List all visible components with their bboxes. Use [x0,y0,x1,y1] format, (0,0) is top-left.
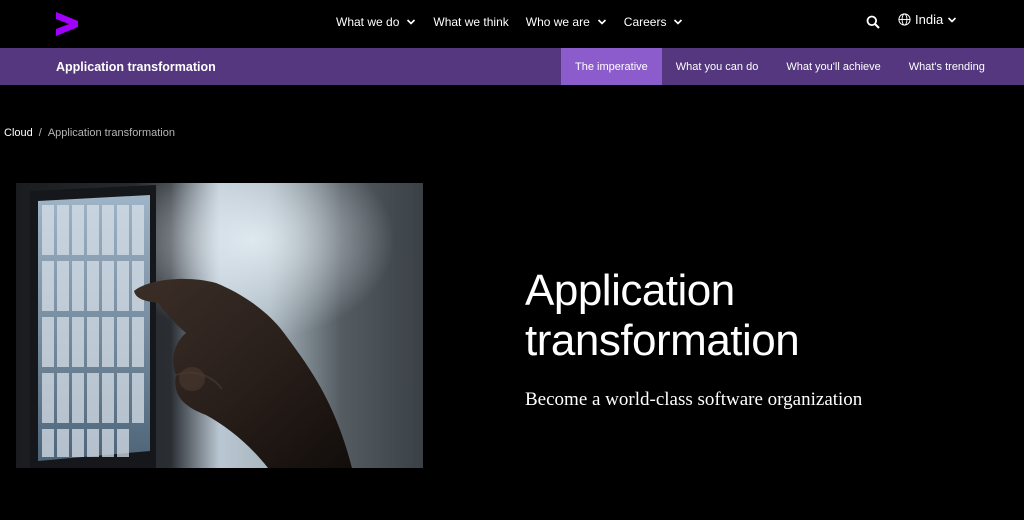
menu-item-label: Who we are [525,15,590,29]
page-title-line-1: Application [525,266,735,315]
tab-whats-trending[interactable]: What's trending [895,48,999,85]
breadcrumb-link-cloud[interactable]: Cloud [4,127,33,139]
breadcrumb-current: Application transformation [47,127,175,139]
locale-selector[interactable]: India [898,12,957,27]
subnav-title: Application transformation [56,59,216,74]
menu-item-what-we-think[interactable]: What we think [433,15,508,29]
main-menu: What we do What we think Who we are Care… [336,0,700,44]
breadcrumb: Cloud / Application transformation [4,127,175,139]
tab-the-imperative[interactable]: The imperative [561,48,662,85]
tab-what-you-can-do[interactable]: What you can do [662,48,773,85]
locale-label: India [915,12,944,27]
subnav-tabs: The imperative What you can do What you'… [561,48,999,85]
chevron-down-icon [597,19,606,25]
hero-illustration [16,183,423,468]
section-subnav: Application transformation The imperativ… [0,48,1024,85]
chevron-down-icon [674,19,683,25]
brand-logo-icon[interactable] [56,12,80,36]
menu-item-label: Careers [623,15,667,29]
tab-what-youll-achieve[interactable]: What you'll achieve [772,48,894,85]
menu-item-what-we-do[interactable]: What we do [336,15,416,29]
globe-icon [898,13,911,26]
chevron-down-icon [948,16,957,23]
chevron-down-icon [407,19,416,25]
breadcrumb-separator: / [38,127,42,139]
menu-item-who-we-are[interactable]: Who we are [526,15,607,29]
menu-item-careers[interactable]: Careers [624,15,684,29]
search-icon[interactable] [866,15,880,29]
menu-item-label: What we think [433,15,509,29]
page-subtitle: Become a world-class software organizati… [525,389,863,410]
page-title: Application transformation [525,266,1005,366]
hero-image [16,183,423,468]
menu-item-label: What we do [336,15,400,29]
page-title-line-2: transformation [525,316,800,365]
top-navigation: What we do What we think Who we are Care… [0,0,1024,48]
